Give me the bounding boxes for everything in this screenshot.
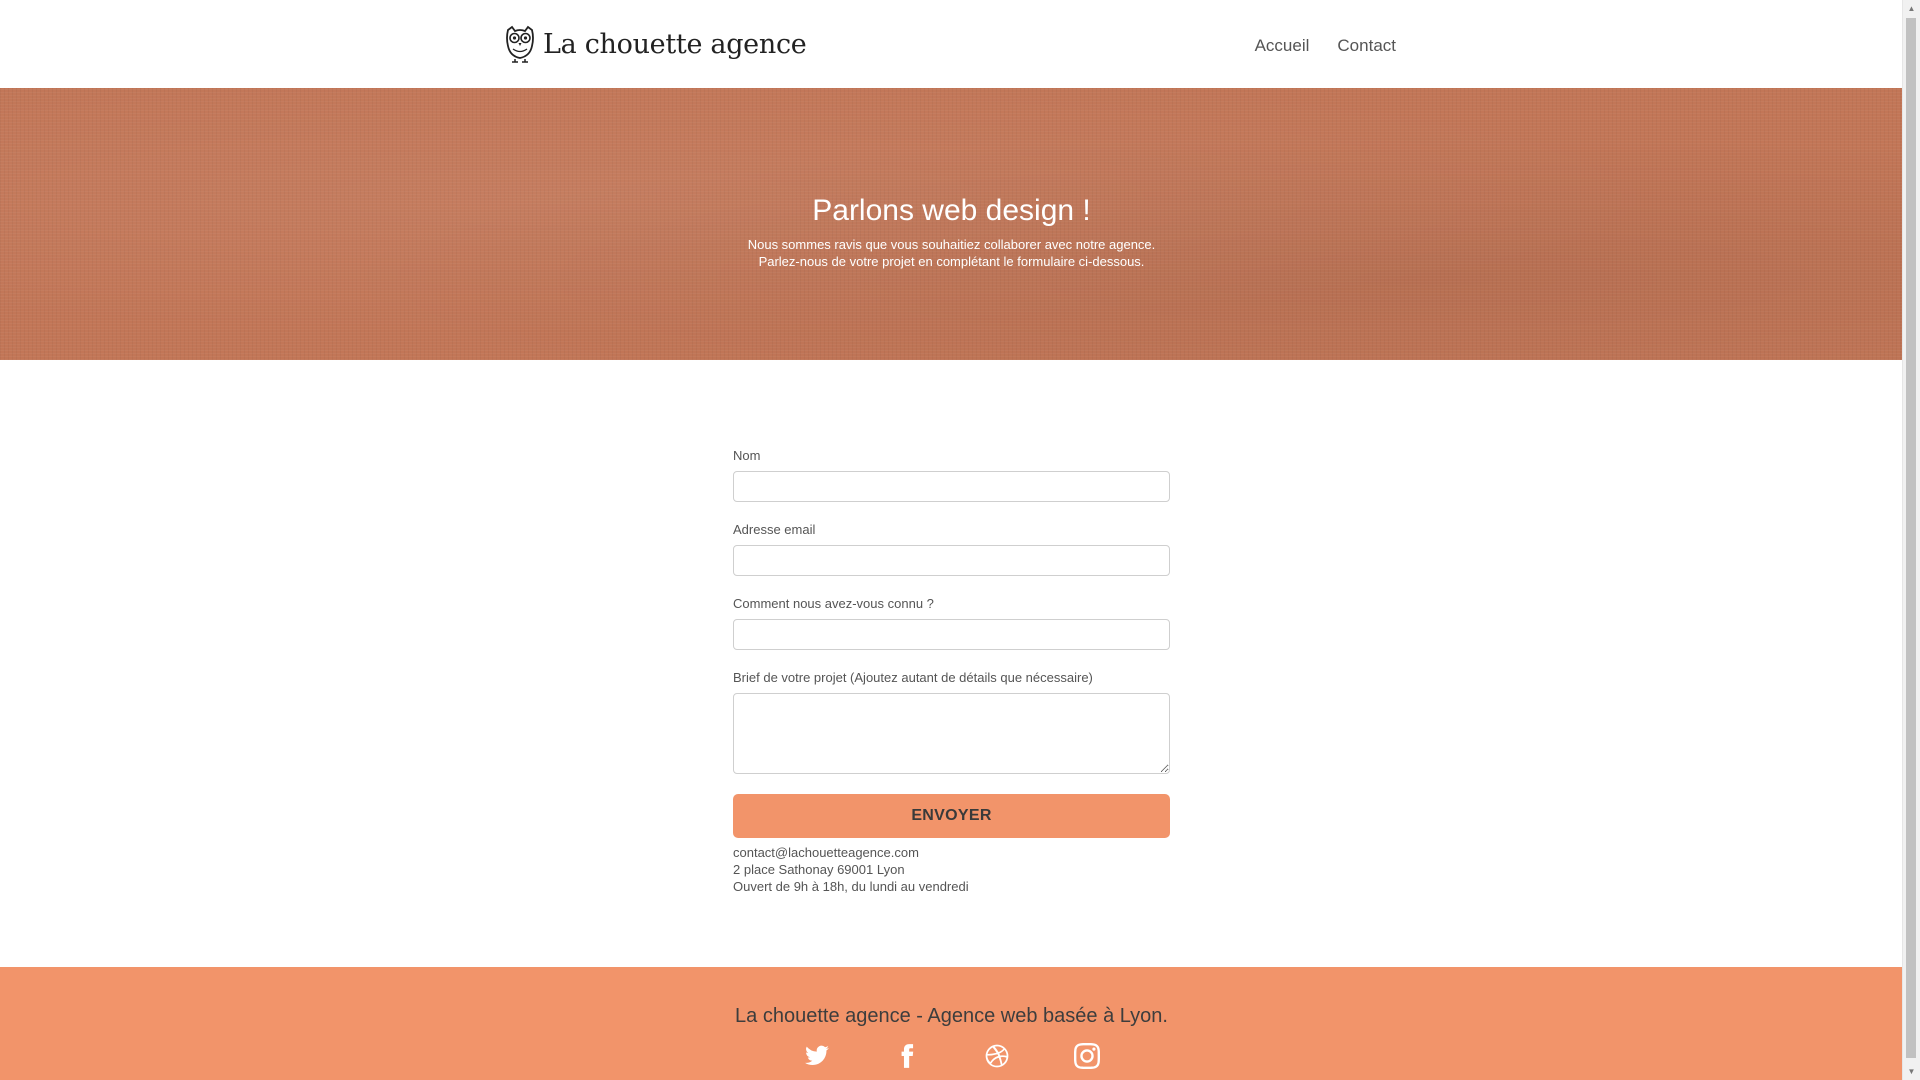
submit-button[interactable]: ENVOYER — [733, 794, 1170, 838]
footer-text: La chouette agence - Agence web basée à … — [735, 1005, 1168, 1027]
scroll-up-arrow-icon[interactable]: ▲ — [1903, 0, 1920, 17]
nav-accueil[interactable]: Accueil — [1255, 36, 1310, 56]
twitter-icon[interactable] — [802, 1041, 832, 1071]
site-footer: La chouette agence - Agence web basée à … — [0, 967, 1903, 1080]
brief-textarea[interactable] — [733, 693, 1170, 774]
name-field[interactable] — [733, 471, 1170, 502]
source-label: Comment nous avez-vous connu ? — [733, 596, 934, 611]
contact-hours: Ouvert de 9h à 18h, du lundi au vendredi — [733, 879, 969, 894]
dribbble-icon[interactable] — [982, 1041, 1012, 1071]
hero-banner: Parlons web design ! Nous sommes ravis q… — [0, 88, 1903, 360]
hero-title: Parlons web design ! — [812, 194, 1091, 227]
source-field[interactable] — [733, 619, 1170, 650]
contact-address: 2 place Sathonay 69001 Lyon — [733, 862, 905, 877]
instagram-icon[interactable] — [1072, 1041, 1102, 1071]
name-label: Nom — [733, 448, 761, 463]
facebook-icon[interactable] — [892, 1041, 922, 1071]
email-label: Adresse email — [733, 522, 816, 537]
site-header: La chouette agence Accueil Contact — [0, 0, 1903, 88]
contact-info: contact@lachouetteagence.com 2 place Sat… — [733, 844, 1170, 895]
vertical-scrollbar[interactable]: ▲ ▼ — [1902, 0, 1920, 1080]
hero-subtitle: Nous sommes ravis que vous souhaitiez co… — [0, 236, 1903, 270]
brief-label: Brief de votre projet (Ajoutez autant de… — [733, 670, 1093, 685]
main-nav: Accueil Contact — [1255, 36, 1396, 56]
owl-icon — [506, 25, 534, 63]
social-links — [0, 1041, 1903, 1071]
logo[interactable]: La chouette agence — [503, 24, 807, 64]
contact-form: Nom Adresse email Comment nous avez-vous… — [733, 448, 1170, 895]
contact-email: contact@lachouetteagence.com — [733, 845, 919, 860]
hero-line-2: Parlez-nous de votre projet en complétan… — [758, 254, 1145, 269]
scroll-down-arrow-icon[interactable]: ▼ — [1903, 1063, 1920, 1080]
brand-name: La chouette agence — [543, 28, 807, 60]
nav-contact[interactable]: Contact — [1337, 36, 1396, 56]
scroll-thumb[interactable] — [1906, 18, 1916, 1058]
hero-line-1: Nous sommes ravis que vous souhaitiez co… — [747, 237, 1156, 252]
email-field[interactable] — [733, 545, 1170, 576]
